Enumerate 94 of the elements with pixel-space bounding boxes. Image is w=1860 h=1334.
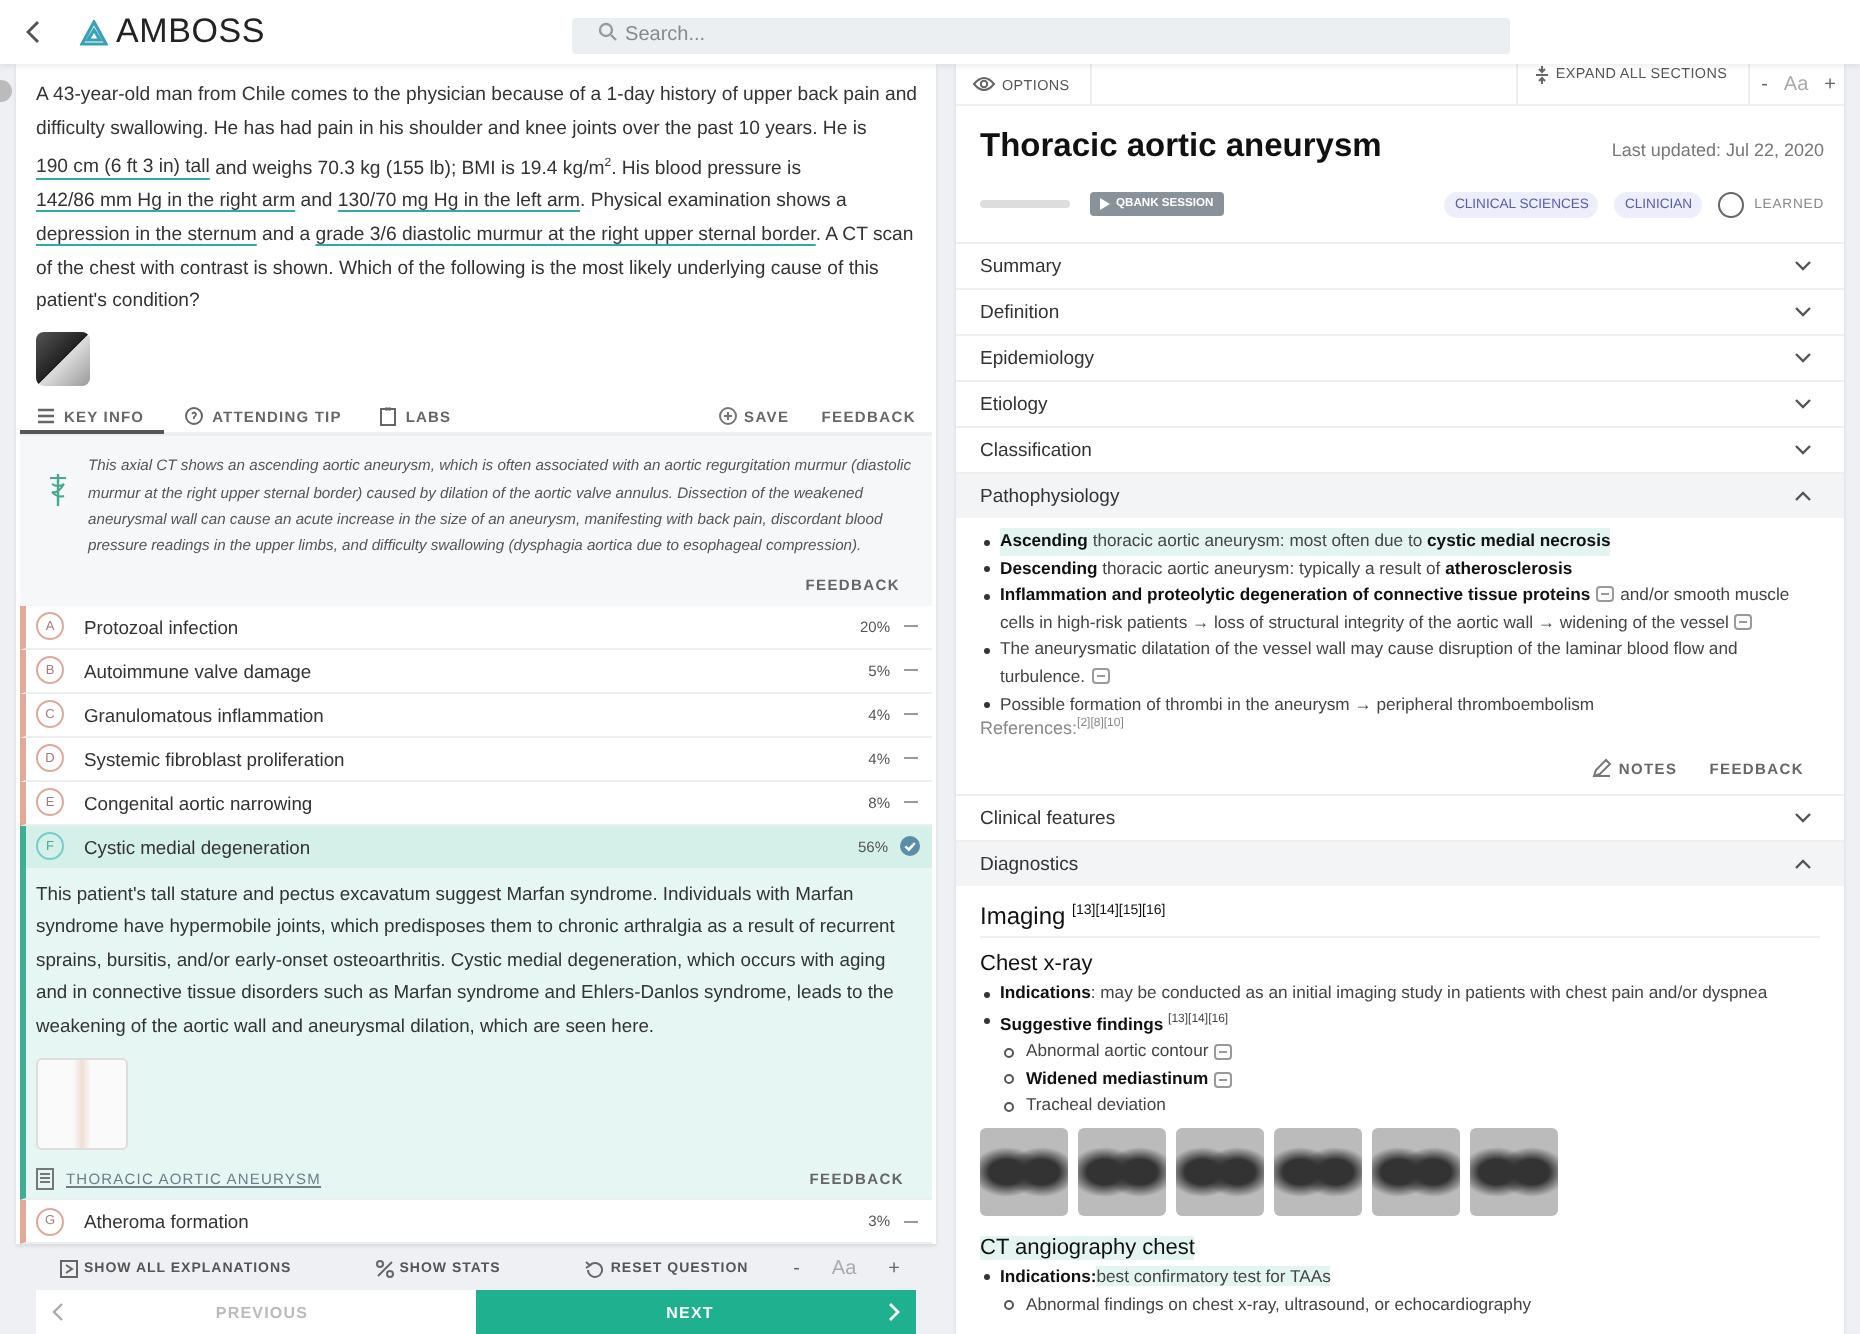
xray-thumbnail[interactable] [1372,1127,1460,1216]
answer-text: Atheroma formation [84,1210,251,1233]
question-text: A 43-year-old man from Chile comes to the physician because of a 1-day history of upper back pain and difficulty swallowing. He has had pain in his shoulder and knee joints over the past 10 years. He is 190 cm (6 ft 3 in) tall and weighs 70.3 kg (155 lb); BMI is 19.4 kg/m$^{2}$. His blood pressure is 142/86 mm Hg in the right arm and 130/70 mg Hg in the left arm. Physical examination shows a depression in the sternum and a grade 3/6 diastolic murmur at the right upper sternal border. A CT scan of the chest with contrast is shown. Which of the following is the most likely underlying cause of this patient's condition? [34,82,919,317]
plus-circle-icon [718,406,739,427]
font-increase-button[interactable]: + [872,1258,916,1281]
play-icon [1100,198,1110,210]
imaging-heading: Imaging $^{[13][14][15][16]}$ [980,902,1820,939]
xray-thumbnail[interactable] [1176,1127,1264,1216]
answer-text: Cystic medial degeneration [84,835,313,858]
expand-icon [1533,64,1550,86]
section-header[interactable]: Definition [956,288,1844,334]
font-decrease-button[interactable]: - [1753,73,1776,95]
bullet-icon [1004,1299,1014,1310]
check-circle-icon [900,836,920,857]
bullet-text: Possible formation of thrombi in the aneurysm → peripheral thromboembolism [1000,691,1597,717]
bullet-icon [984,702,990,709]
bullet-icon [984,566,990,573]
search-icon [597,22,618,42]
bullet-icon [984,539,990,545]
finding-link[interactable]: 190 cm (6 ft 3 in) tall [36,157,210,180]
bullet-icon [1004,1101,1014,1112]
subsection-heading: Chest x-ray [980,952,1093,977]
bullet-icon [1004,1074,1014,1085]
xray-thumbnail[interactable] [980,1127,1068,1216]
bullet-text: The aneurysmatic dilatation of the vessel wall may cause disruption of the laminar blood flow and turbulence. [1000,636,1740,690]
chevron-left-icon [26,20,42,44]
answer-text: Systemic fibroblast proliferation [84,747,347,770]
pencil-icon [1592,758,1613,779]
section-header[interactable]: Etiology [956,380,1844,426]
search-field[interactable]: Search... [571,17,1510,53]
bullet-text: Suggestive findings $^{[13][14][16]}$ [1000,1011,1231,1038]
answer-text: Congenital aortic narrowing [84,791,315,814]
chevron-up-icon [1794,858,1812,871]
xray-thumbnail[interactable] [1274,1127,1362,1216]
last-updated: Last updated: Jul 22, 2020 [1611,140,1824,160]
section-header[interactable]: Epidemiology [956,334,1844,380]
percent-icon [375,1260,394,1279]
bullet-icon [984,593,990,600]
finding-link[interactable]: grade 3/6 diastolic murmur at the right upper sternal border [315,224,816,246]
note-icon [1091,667,1110,684]
bullet-text: Ascending thoracic aortic aneurysm: most often due to cystic medial necrosis [1000,528,1611,556]
bullet-icon [1004,1047,1014,1057]
explanation-text: This patient's tall stature and pectus excavatum suggest Marfan syndrome. Individuals with Marfan syndrome have hypermobile joints, which predisposes them to chronic arthralgia as a result of recurrent sprains, bursitis, and/or early-onset osteoarthritis. Cystic medial degeneration, which occurs with aging and in connective tissue disorders such as Marfan syndrome and Ehlers-Danlos syndrome, leads to the weakening of the aortic wall and aneurysmal dilation, which are seen here. [36,879,897,1040]
chevron-up-icon [1794,490,1812,502]
bullet-icon [984,1274,990,1281]
bullet-text: Indications:best confirmatory test for TAAs [1000,1263,1333,1290]
xray-thumbnail[interactable] [1470,1127,1558,1216]
logo-text: AMBOSS [116,12,266,52]
question-icon [184,405,205,428]
expand-box-icon [60,1260,78,1279]
chevron-down-icon [1794,398,1812,410]
bullet-text: Inflammation and proteolytic degeneration of connective tissue proteins and/or smooth muscle cells in high-risk patients → loss of structural integrity of the aortic wall → widening of the vessel [1000,582,1792,636]
article-title: Thoracic aortic aneurysm [980,128,1384,166]
font-decrease-button[interactable]: - [777,1258,816,1281]
bullet-icon [984,1018,990,1025]
ct-scan-thumbnail[interactable] [36,332,90,387]
bullet-text: Indications: may be conducted as an initial imaging study in patients with chest pain and/or dyspnea [1000,980,1770,1007]
answer-text: Autoimmune valve damage [84,659,314,682]
bullet-text: Widened mediastinum [1026,1065,1209,1092]
list-icon [36,405,56,428]
section-header[interactable]: Diagnostics [956,840,1844,887]
eye-icon [972,76,996,92]
bullet-text: Tracheal deviation [1026,1092,1166,1119]
reset-icon [584,1259,605,1280]
chevron-left-icon [52,1302,64,1322]
chevron-down-icon [1794,260,1812,272]
chevron-down-icon [1794,444,1812,456]
note-icon [1734,613,1753,630]
chevron-down-icon [1794,306,1812,318]
finding-link[interactable]: depression in the sternum [36,224,257,246]
bullet-text: Abnormal findings on chest x-ray, ultrasound, or echocardiography [1026,1291,1532,1318]
section-header[interactable]: Summary [956,242,1844,288]
bullet-text: Descending thoracic aortic aneurysm: typically a result of atherosclerosis [1000,555,1575,582]
chevron-down-icon [1794,352,1812,364]
xray-thumbnail[interactable] [1078,1127,1166,1216]
finding-link[interactable]: 142/86 mm Hg in the right arm [36,190,296,213]
bullet-icon [984,647,990,654]
subsection-heading: CT angiography chest [980,1235,1195,1260]
logo-icon [80,19,108,45]
references-text: References:$^{[2][8][10]}$ [980,718,1126,739]
article-icon [36,1167,54,1190]
chevron-right-icon [888,1302,900,1322]
finding-link[interactable]: 130/70 mg Hg in the left arm [337,190,580,213]
answer-text: Granulomatous inflammation [84,703,326,726]
answer-text: Protozoal infection [84,615,241,638]
section-header[interactable]: Pathophysiology [956,472,1844,518]
bullet-text: Abnormal aortic contour [1026,1038,1209,1065]
font-increase-button[interactable]: + [1816,73,1844,95]
note-icon [1596,586,1615,603]
chevron-down-icon [1794,812,1812,825]
caduceus-icon [44,472,72,509]
bullet-icon [984,991,990,998]
clipboard-icon [377,405,398,428]
diagram-thumbnail[interactable] [36,1058,128,1151]
